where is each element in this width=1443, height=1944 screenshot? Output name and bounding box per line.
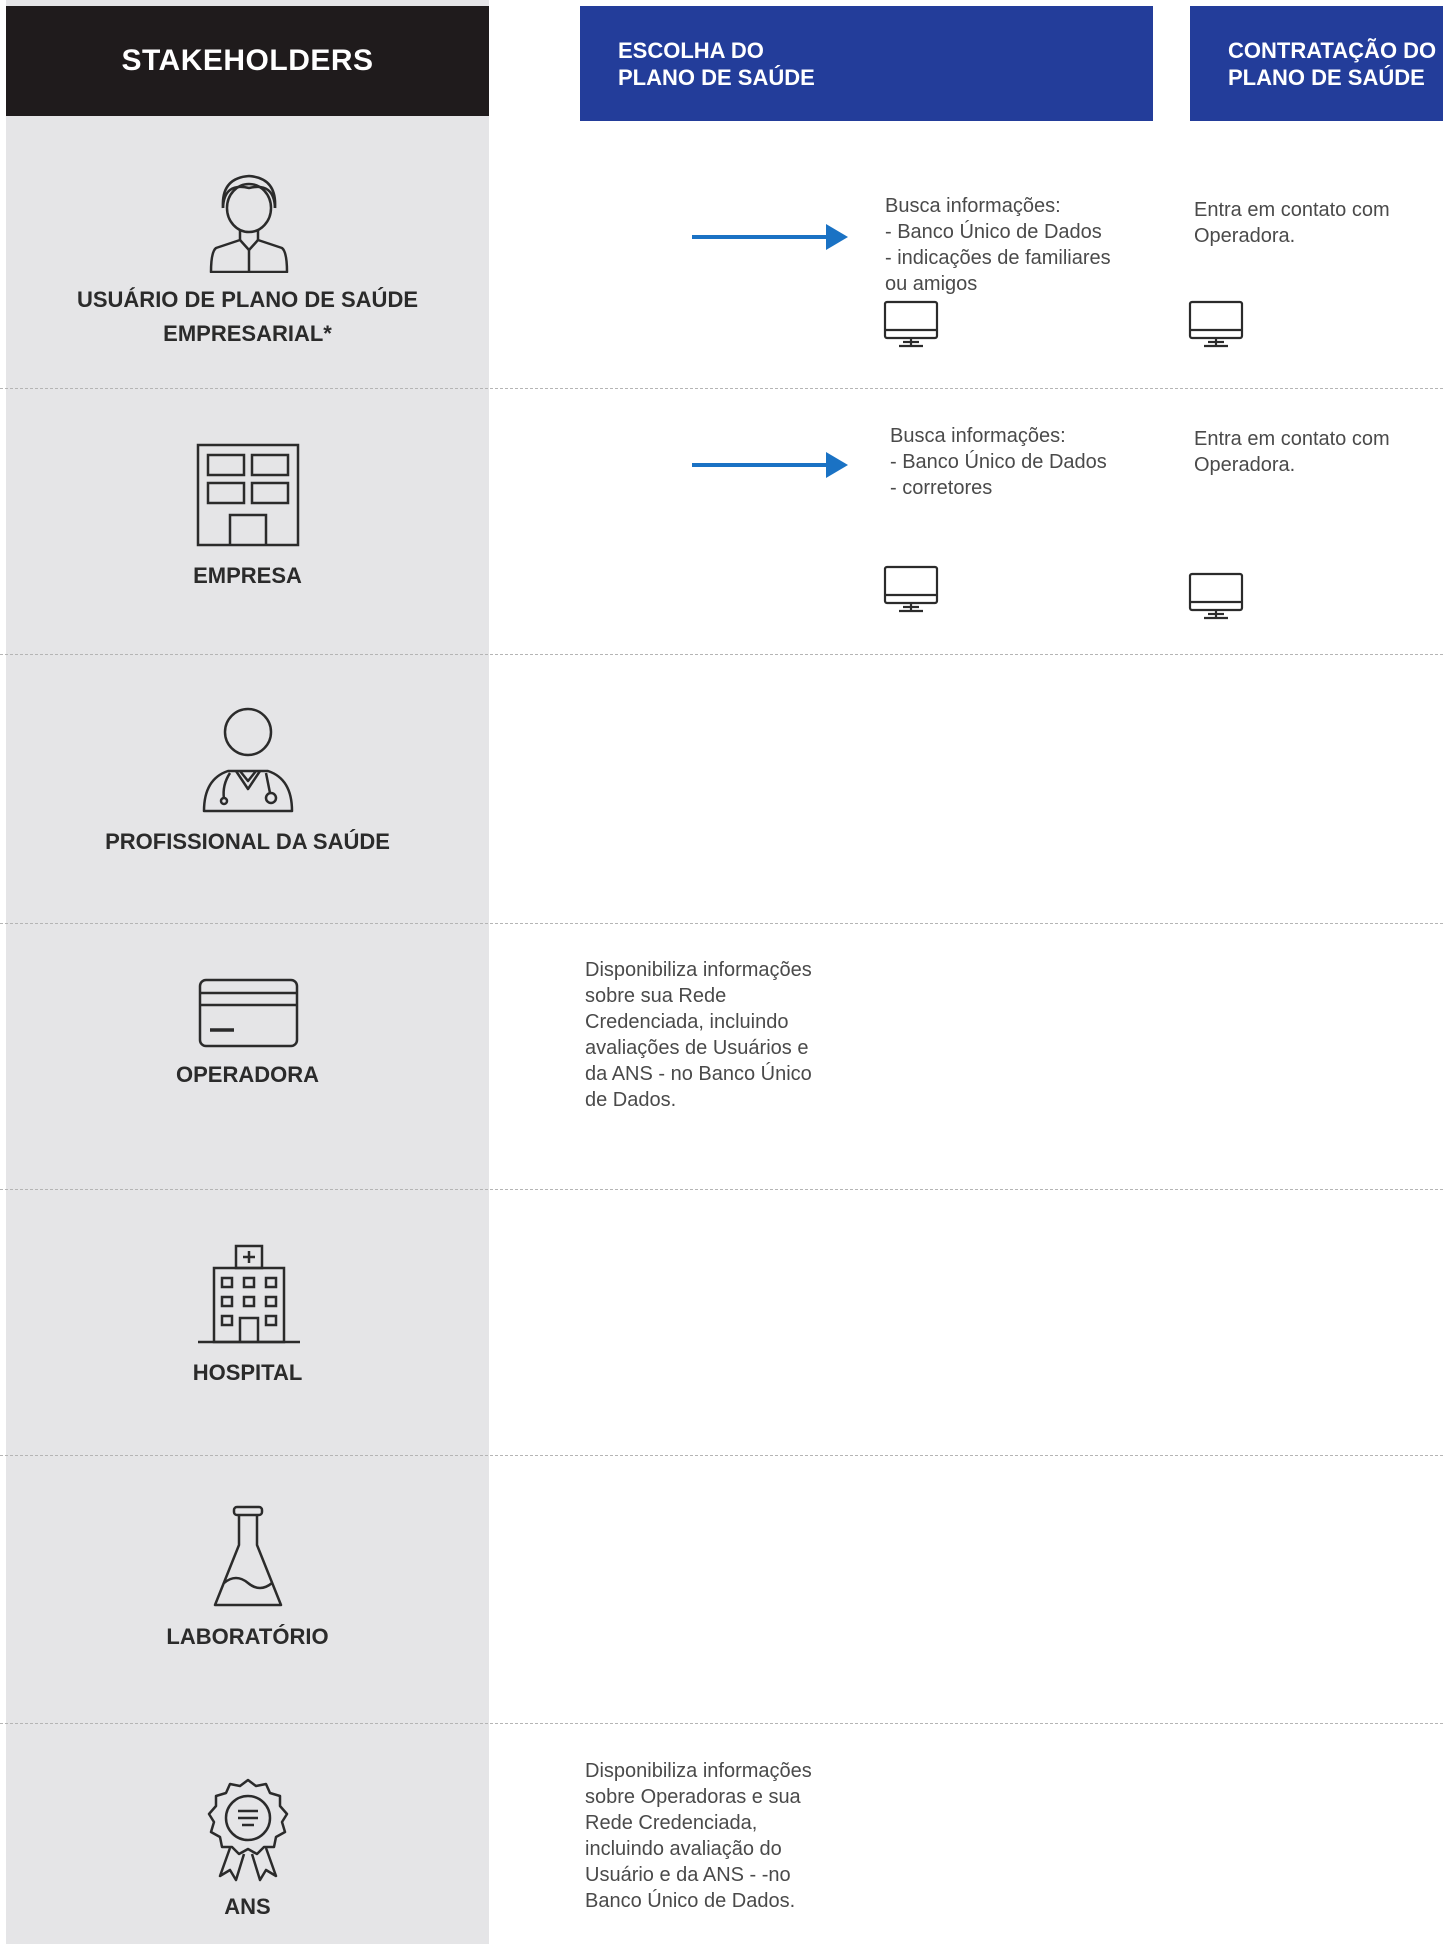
- flask-icon: [213, 1505, 283, 1607]
- row-divider: [0, 1455, 1443, 1456]
- note-empresa-escolha: Busca informações: - Banco Único de Dado…: [890, 423, 1107, 501]
- note-line: - indicações de familiares: [885, 247, 1111, 269]
- stakeholder-label-ans: ANS: [224, 1894, 271, 1919]
- note-line: Operadora.: [1194, 225, 1296, 247]
- stakeholder-label-usuario-line2: EMPRESARIAL*: [163, 321, 332, 346]
- row-divider: [0, 388, 1443, 389]
- note-line: Busca informações:: [885, 195, 1061, 217]
- note-line: Entra em contato com: [1194, 428, 1390, 450]
- column-header-escolha: ESCOLHA DO PLANO DE SAÚDE: [580, 6, 1153, 121]
- note-line: Operadora.: [1194, 454, 1296, 476]
- note-usuario-contratacao: Entra em contato com Operadora.: [1194, 197, 1390, 249]
- note-line: Usuário e da ANS - -no: [585, 1864, 791, 1886]
- stakeholder-label-empresa: EMPRESA: [193, 563, 302, 588]
- note-line: Banco Único de Dados.: [585, 1890, 796, 1912]
- stakeholders-header-label: STAKEHOLDERS: [121, 44, 374, 77]
- note-line: Disponibiliza informações: [585, 959, 812, 981]
- column-header-contratacao: CONTRATAÇÃO DO PLANO DE SAÚDE: [1190, 6, 1443, 121]
- arrow-right-icon: [692, 224, 848, 250]
- note-line: - corretores: [890, 477, 993, 499]
- row-divider: [0, 1189, 1443, 1190]
- note-line: Rede Credenciada,: [585, 1812, 758, 1834]
- note-line: sobre Operadoras e sua: [585, 1786, 801, 1808]
- note-ans-escolha: Disponibiliza informações sobre Operador…: [585, 1758, 812, 1914]
- row-divider: [0, 654, 1443, 655]
- arrow-right-icon: [692, 452, 848, 478]
- column-header-contratacao-line2: PLANO DE SAÚDE: [1228, 64, 1425, 90]
- note-line: ou amigos: [885, 273, 978, 295]
- person-icon: [209, 174, 289, 273]
- column-header-contratacao-line1: CONTRATAÇÃO DO: [1228, 37, 1437, 63]
- monitor-icon: [883, 300, 939, 348]
- monitor-icon: [1188, 572, 1244, 620]
- badge-icon: [207, 1778, 289, 1882]
- note-line: Credenciada, incluindo: [585, 1011, 789, 1033]
- stakeholder-label-operadora: OPERADORA: [175, 1062, 319, 1087]
- row-divider: [0, 1723, 1443, 1724]
- stakeholder-label-profissional: PROFISSIONAL DA SAÚDE: [105, 829, 390, 854]
- note-line: incluindo avaliação do: [585, 1838, 782, 1860]
- note-empresa-contratacao: Entra em contato com Operadora.: [1194, 426, 1390, 478]
- note-operadora-escolha: Disponibiliza informações sobre sua Rede…: [585, 957, 812, 1113]
- note-line: - Banco Único de Dados: [890, 451, 1107, 473]
- column-header-escolha-line2: PLANO DE SAÚDE: [618, 64, 815, 90]
- note-line: Entra em contato com: [1194, 199, 1390, 221]
- doctor-icon: [202, 707, 294, 813]
- note-line: Disponibiliza informações: [585, 1760, 812, 1782]
- note-line: Busca informações:: [890, 425, 1066, 447]
- row-divider: [0, 923, 1443, 924]
- stakeholder-label-usuario: USUÁRIO DE PLANO DE SAÚDE EMPRESARIAL*: [6, 283, 489, 351]
- hospital-icon: [198, 1244, 300, 1344]
- note-line: avaliações de Usuários e: [585, 1037, 809, 1059]
- note-line: de Dados.: [585, 1089, 677, 1111]
- column-header-escolha-line1: ESCOLHA DO: [618, 37, 764, 63]
- stakeholders-header: STAKEHOLDERS: [6, 6, 489, 116]
- note-line: - Banco Único de Dados: [885, 221, 1102, 243]
- stakeholder-label-usuario-line1: USUÁRIO DE PLANO DE SAÚDE: [76, 287, 419, 312]
- note-line: sobre sua Rede: [585, 985, 727, 1007]
- note-usuario-escolha: Busca informações: - Banco Único de Dado…: [885, 193, 1111, 297]
- monitor-icon: [883, 565, 939, 613]
- monitor-icon: [1188, 300, 1244, 348]
- building-icon: [196, 443, 300, 547]
- card-icon: [198, 978, 299, 1048]
- stakeholder-label-hospital: HOSPITAL: [192, 1360, 303, 1385]
- stakeholder-label-laboratorio: LABORATÓRIO: [166, 1624, 329, 1649]
- note-line: da ANS - no Banco Único: [585, 1063, 812, 1085]
